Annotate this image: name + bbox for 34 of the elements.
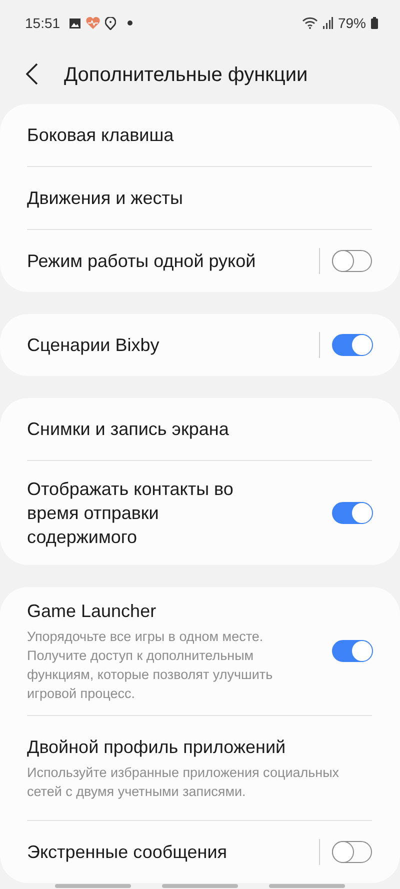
- toggle-switch[interactable]: [332, 250, 372, 272]
- setting-title: Боковая клавиша: [27, 124, 175, 147]
- heart-icon: [86, 17, 100, 29]
- setting-title: Сценарии Bixby: [27, 334, 160, 357]
- toggle-switch[interactable]: [332, 841, 372, 863]
- status-time: 15:51: [25, 15, 60, 31]
- toggle-switch[interactable]: [332, 502, 372, 524]
- wifi-icon: [302, 17, 318, 29]
- setting-title: Движения и жесты: [27, 187, 184, 210]
- settings-row[interactable]: Движения и жесты: [27, 166, 372, 229]
- dot-icon: [127, 20, 134, 26]
- settings-row[interactable]: Двойной профиль приложений Используйте избранные приложения социальных сетей с двумя учетными записями.: [27, 715, 372, 820]
- battery-percent: 79%: [338, 15, 366, 31]
- toggle-switch[interactable]: [332, 640, 372, 662]
- settings-row[interactable]: Game Launcher Упорядочьте все игры в одном месте. Получите доступ к дополнительным функциям, которые позволят улучшить игровой процесс.: [27, 587, 372, 715]
- setting-title: Снимки и запись экрана: [27, 418, 230, 441]
- signal-icon: [322, 17, 333, 29]
- setting-description: Используйте избранные приложения социальных сетей с двумя учетными записями.: [27, 764, 340, 801]
- page-title: Дополнительные функции: [64, 64, 308, 86]
- setting-title: Двойной профиль приложений: [27, 736, 287, 759]
- settings-row[interactable]: Экстренные сообщения: [27, 820, 372, 883]
- battery-icon: [371, 17, 378, 29]
- settings-row[interactable]: Режим работы одной рукой: [27, 229, 372, 292]
- setting-title: Game Launcher: [27, 600, 158, 623]
- image-icon: [69, 18, 82, 28]
- setting-title: Отображать контакты во время отправки содержимого: [27, 478, 234, 549]
- settings-row[interactable]: Снимки и запись экрана: [27, 398, 372, 460]
- settings-row[interactable]: Отображать контакты во время отправки содержимого: [27, 460, 372, 565]
- setting-description: Упорядочьте все игры в одном месте. Получите доступ к дополнительным функциям, которые позволят улучшить игровой процесс.: [27, 628, 274, 703]
- settings-row[interactable]: Сценарии Bixby: [27, 314, 372, 376]
- setting-title: Экстренные сообщения: [27, 841, 228, 864]
- settings-row[interactable]: Боковая клавиша: [27, 104, 372, 166]
- setting-title: Режим работы одной рукой: [27, 250, 257, 273]
- toggle-switch[interactable]: [332, 334, 372, 356]
